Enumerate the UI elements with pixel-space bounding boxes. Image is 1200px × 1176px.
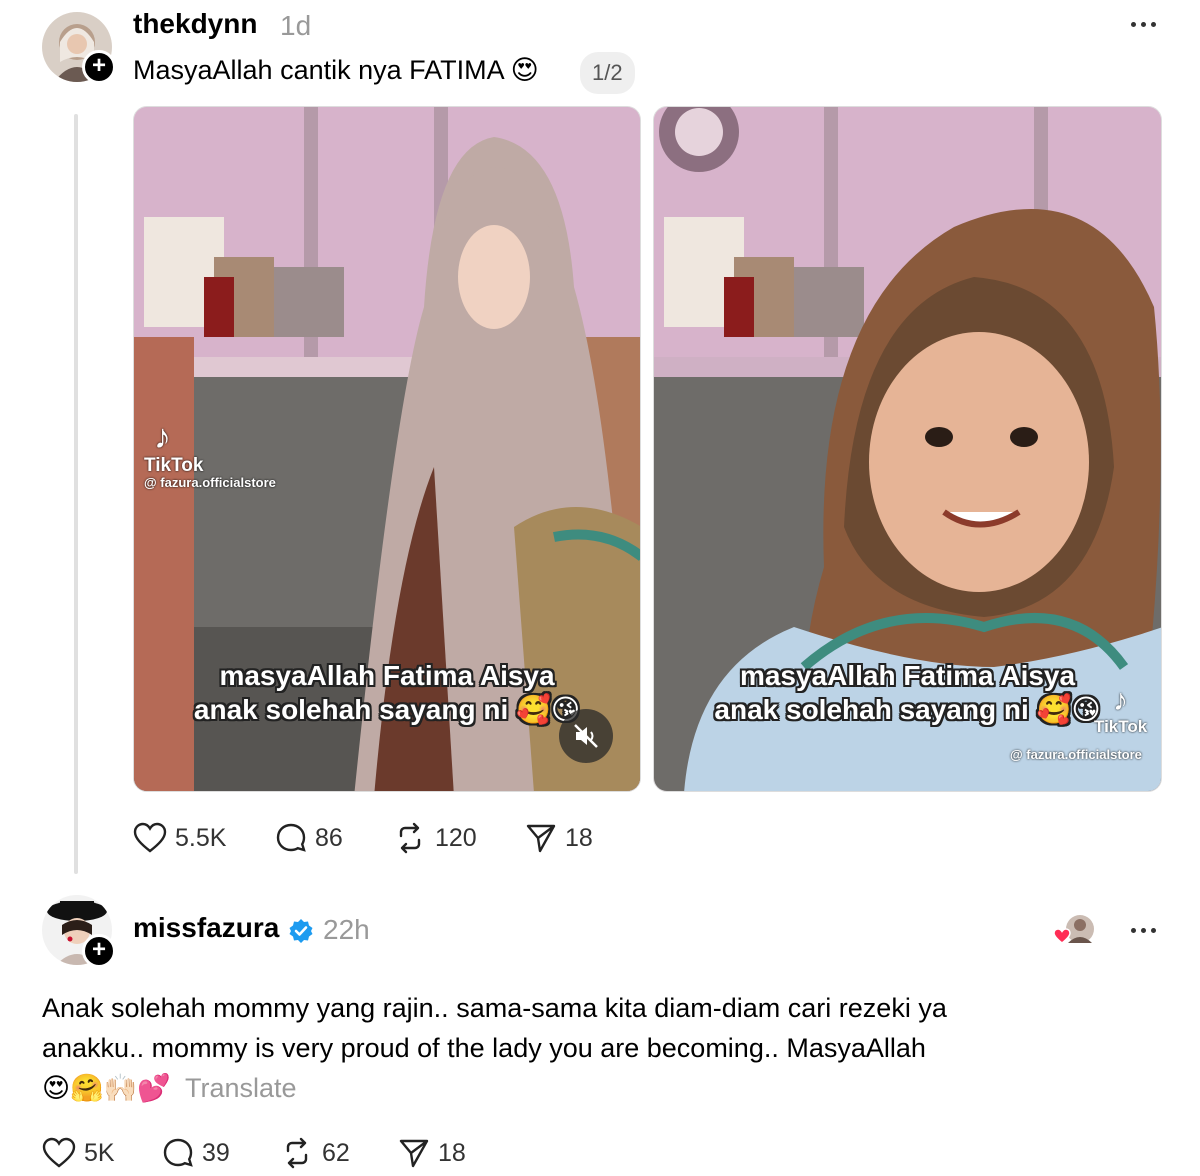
media-counter: 1/2 [580,52,635,94]
reply-like-count: 5K [84,1138,115,1167]
reply-text-line-1: Anak solehah mommy yang rajin.. sama-sam… [42,993,947,1023]
reply-text: Anak solehah mommy yang rajin.. sama-sam… [42,988,1162,1109]
send-icon [526,824,556,853]
translate-link[interactable]: Translate [185,1073,297,1103]
reply-emojis: 😍🤗🙌🏻💕 [42,1073,172,1104]
heart-eyes-emoji: 😍 [510,55,539,86]
caption-line-1: masyaAllah Fatima Aisya [219,660,555,691]
comment-count: 86 [315,823,343,852]
heart-icon [133,822,167,853]
reply-share-count: 18 [438,1138,466,1167]
follow-plus-button[interactable]: + [82,50,116,84]
reply-share-button[interactable]: 18 [398,1137,466,1169]
heart-icon [42,1137,76,1168]
reply-more-button[interactable] [1123,920,1163,940]
reply-repost-count: 62 [322,1138,350,1167]
post-text: MasyaAllah cantik nya FATIMA 😍 [133,55,539,86]
reply-time: 22h [323,914,370,945]
reply-username[interactable]: missfazura [133,912,279,944]
repost-count: 120 [435,823,477,852]
post-time: 1d [280,10,312,41]
like-button[interactable]: 5.5K [133,822,226,854]
comment-button[interactable]: 86 [275,822,343,854]
repost-icon [286,1137,308,1169]
tiktok-logo-2: ♪ TikTok [1094,684,1148,737]
post-username[interactable]: thekdynn [133,8,257,40]
follow-plus-button-2[interactable]: + [82,934,116,968]
caption-emoji-b: 🥰😘 [1036,693,1101,726]
speaker-muted-icon [574,724,598,748]
caption-line-2-b: anak solehah sayang ni [714,694,1029,725]
reply-comment-count: 39 [202,1138,230,1167]
reply-comment-button[interactable]: 39 [162,1137,230,1169]
caption-line-2: anak solehah sayang ni [193,694,509,725]
media-item-1[interactable]: ♪ TikTok @ fazura.officialstore masyaAll… [133,106,641,792]
media-item-2[interactable]: masyaAllah Fatima Aisya anak solehah say… [653,106,1162,792]
mute-button[interactable] [559,709,613,763]
share-count: 18 [565,823,593,852]
caption-line-1-b: masyaAllah Fatima Aisya [739,660,1076,691]
liked-by-author-indicator [1053,913,1098,947]
share-button[interactable]: 18 [525,822,593,854]
video-caption-1: masyaAllah Fatima Aisya anak solehah say… [134,659,640,727]
post-more-button[interactable] [1123,14,1163,34]
tiktok-label-1: TikTok [144,455,204,476]
repost-icon [399,822,421,854]
like-count: 5.5K [175,823,227,852]
post-text-body: MasyaAllah cantik nya FATIMA [133,55,504,85]
verified-badge-icon [289,919,313,943]
send-icon [399,1139,429,1168]
repost-button[interactable]: 120 [393,822,477,854]
tiktok-handle-2: @ fazura.officialstore [1010,747,1142,762]
tiktok-label-2: TikTok [1094,717,1148,736]
tiktok-handle-1: @ fazura.officialstore [144,475,276,490]
video-caption-2: masyaAllah Fatima Aisya anak solehah say… [654,659,1161,727]
small-heart-icon [1053,928,1071,944]
tiktok-logo-1: ♪ TikTok [144,418,204,476]
reply-text-line-2: anakku.. mommy is very proud of the lady… [42,1033,926,1063]
thread-line [74,114,78,874]
comment-icon [163,1138,193,1167]
comment-icon [276,823,306,852]
reply-repost-button[interactable]: 62 [280,1137,350,1169]
reply-like-button[interactable]: 5K [42,1137,115,1169]
